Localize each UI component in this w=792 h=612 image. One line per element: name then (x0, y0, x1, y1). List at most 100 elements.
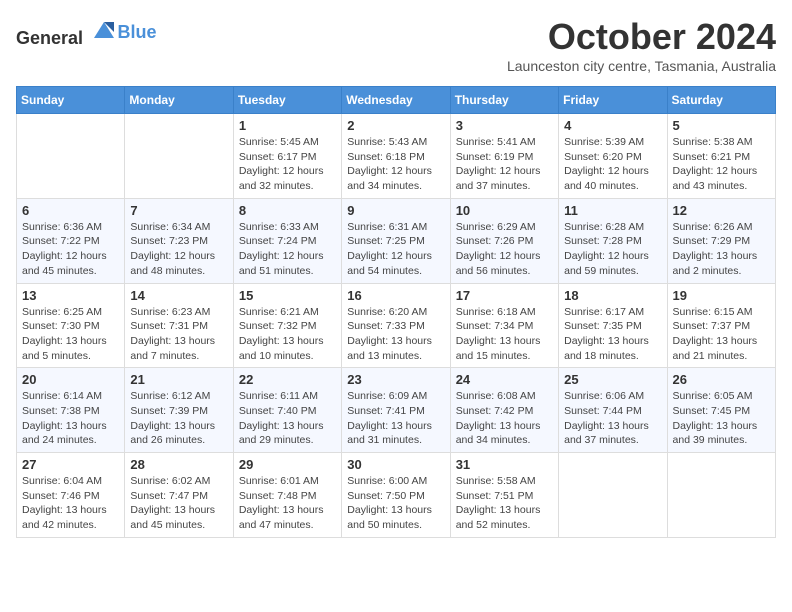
calendar-cell: 11 Sunrise: 6:28 AMSunset: 7:28 PMDayligh… (559, 198, 667, 283)
day-number: 13 (22, 288, 119, 303)
weekday-header: Tuesday (233, 87, 341, 114)
calendar-cell: 23Sunrise: 6:09 AMSunset: 7:41 PMDayligh… (342, 368, 450, 453)
day-number: 2 (347, 118, 444, 133)
weekday-header: Wednesday (342, 87, 450, 114)
calendar-cell: 22Sunrise: 6:11 AMSunset: 7:40 PMDayligh… (233, 368, 341, 453)
day-info: Sunrise: 6:08 AMSunset: 7:42 PMDaylight:… (456, 389, 553, 448)
calendar-cell: 19Sunrise: 6:15 AMSunset: 7:37 PMDayligh… (667, 283, 775, 368)
calendar-cell (125, 114, 233, 199)
day-info: Sunrise: 6:18 AMSunset: 7:34 PMDaylight:… (456, 305, 553, 364)
calendar-cell: 16 Sunrise: 6:20 AMSunset: 7:33 PMDayligh… (342, 283, 450, 368)
calendar-cell: 10Sunrise: 6:29 AMSunset: 7:26 PMDayligh… (450, 198, 558, 283)
day-number: 20 (22, 372, 119, 387)
calendar-cell (559, 453, 667, 538)
calendar-cell: 15Sunrise: 6:21 AMSunset: 7:32 PMDayligh… (233, 283, 341, 368)
logo: General Blue (16, 16, 157, 49)
day-info: Sunrise: 6:20 AMSunset: 7:33 PMDaylight:… (347, 305, 444, 364)
calendar-cell: 3 Sunrise: 5:41 AMSunset: 6:19 PMDaylight… (450, 114, 558, 199)
calendar-week-row: 13Sunrise: 6:25 AMSunset: 7:30 PMDayligh… (17, 283, 776, 368)
day-info: Sunrise: 5:38 AMSunset: 6:21 PMDaylight:… (673, 135, 770, 194)
logo-general: General (16, 28, 83, 48)
calendar-cell (667, 453, 775, 538)
day-info: Sunrise: 5:43 AMSunset: 6:18 PMDaylight:… (347, 135, 444, 194)
day-info: Sunrise: 6:04 AMSunset: 7:46 PMDaylight:… (22, 474, 119, 533)
day-number: 10 (456, 203, 553, 218)
day-info: Sunrise: 6:31 AMSunset: 7:25 PMDaylight:… (347, 220, 444, 279)
calendar-cell: 12 Sunrise: 6:26 AMSunset: 7:29 PMDayligh… (667, 198, 775, 283)
day-number: 3 (456, 118, 553, 133)
day-number: 4 (564, 118, 661, 133)
day-info: Sunrise: 6:21 AMSunset: 7:32 PMDaylight:… (239, 305, 336, 364)
calendar-cell: 31 Sunrise: 5:58 AMSunset: 7:51 PMDayligh… (450, 453, 558, 538)
calendar-cell: 1 Sunrise: 5:45 AMSunset: 6:17 PMDaylight… (233, 114, 341, 199)
day-number: 21 (130, 372, 227, 387)
day-number: 11 (564, 203, 661, 218)
day-number: 16 (347, 288, 444, 303)
calendar-cell: 9 Sunrise: 6:31 AMSunset: 7:25 PMDaylight… (342, 198, 450, 283)
day-number: 9 (347, 203, 444, 218)
day-number: 7 (130, 203, 227, 218)
day-number: 25 (564, 372, 661, 387)
day-info: Sunrise: 6:00 AMSunset: 7:50 PMDaylight:… (347, 474, 444, 533)
location-subtitle: Launceston city centre, Tasmania, Austra… (507, 58, 776, 74)
day-info: Sunrise: 5:41 AMSunset: 6:19 PMDaylight:… (456, 135, 553, 194)
calendar-table: SundayMondayTuesdayWednesdayThursdayFrid… (16, 86, 776, 538)
day-number: 8 (239, 203, 336, 218)
calendar-header-row: SundayMondayTuesdayWednesdayThursdayFrid… (17, 87, 776, 114)
calendar-cell: 7 Sunrise: 6:34 AMSunset: 7:23 PMDaylight… (125, 198, 233, 283)
day-number: 27 (22, 457, 119, 472)
day-info: Sunrise: 6:33 AMSunset: 7:24 PMDaylight:… (239, 220, 336, 279)
calendar-cell: 28 Sunrise: 6:02 AMSunset: 7:47 PMDayligh… (125, 453, 233, 538)
calendar-cell: 26 Sunrise: 6:05 AMSunset: 7:45 PMDayligh… (667, 368, 775, 453)
calendar-cell: 6 Sunrise: 6:36 AMSunset: 7:22 PMDaylight… (17, 198, 125, 283)
calendar-cell: 17Sunrise: 6:18 AMSunset: 7:34 PMDayligh… (450, 283, 558, 368)
day-info: Sunrise: 6:28 AMSunset: 7:28 PMDaylight:… (564, 220, 661, 279)
weekday-header: Monday (125, 87, 233, 114)
day-number: 19 (673, 288, 770, 303)
day-info: Sunrise: 6:05 AMSunset: 7:45 PMDaylight:… (673, 389, 770, 448)
calendar-cell: 25 Sunrise: 6:06 AMSunset: 7:44 PMDayligh… (559, 368, 667, 453)
day-info: Sunrise: 5:58 AMSunset: 7:51 PMDaylight:… (456, 474, 553, 533)
day-info: Sunrise: 5:45 AMSunset: 6:17 PMDaylight:… (239, 135, 336, 194)
day-number: 1 (239, 118, 336, 133)
calendar-cell: 30 Sunrise: 6:00 AMSunset: 7:50 PMDayligh… (342, 453, 450, 538)
day-info: Sunrise: 6:12 AMSunset: 7:39 PMDaylight:… (130, 389, 227, 448)
day-number: 29 (239, 457, 336, 472)
calendar-cell: 5 Sunrise: 5:38 AMSunset: 6:21 PMDaylight… (667, 114, 775, 199)
calendar-week-row: 27 Sunrise: 6:04 AMSunset: 7:46 PMDayligh… (17, 453, 776, 538)
day-number: 30 (347, 457, 444, 472)
weekday-header: Thursday (450, 87, 558, 114)
calendar-cell: 13Sunrise: 6:25 AMSunset: 7:30 PMDayligh… (17, 283, 125, 368)
calendar-cell: 20 Sunrise: 6:14 AMSunset: 7:38 PMDayligh… (17, 368, 125, 453)
day-info: Sunrise: 6:26 AMSunset: 7:29 PMDaylight:… (673, 220, 770, 279)
calendar-cell: 21 Sunrise: 6:12 AMSunset: 7:39 PMDayligh… (125, 368, 233, 453)
calendar-cell (17, 114, 125, 199)
day-number: 26 (673, 372, 770, 387)
calendar-week-row: 1 Sunrise: 5:45 AMSunset: 6:17 PMDaylight… (17, 114, 776, 199)
page-header: General Blue October 2024 Launceston cit… (16, 16, 776, 74)
day-number: 28 (130, 457, 227, 472)
day-number: 14 (130, 288, 227, 303)
calendar-cell: 8 Sunrise: 6:33 AMSunset: 7:24 PMDaylight… (233, 198, 341, 283)
day-number: 23 (347, 372, 444, 387)
day-number: 31 (456, 457, 553, 472)
day-info: Sunrise: 5:39 AMSunset: 6:20 PMDaylight:… (564, 135, 661, 194)
day-number: 12 (673, 203, 770, 218)
day-info: Sunrise: 6:01 AMSunset: 7:48 PMDaylight:… (239, 474, 336, 533)
day-info: Sunrise: 6:02 AMSunset: 7:47 PMDaylight:… (130, 474, 227, 533)
day-info: Sunrise: 6:36 AMSunset: 7:22 PMDaylight:… (22, 220, 119, 279)
day-info: Sunrise: 6:14 AMSunset: 7:38 PMDaylight:… (22, 389, 119, 448)
day-number: 5 (673, 118, 770, 133)
day-number: 6 (22, 203, 119, 218)
month-title: October 2024 (507, 16, 776, 58)
day-info: Sunrise: 6:34 AMSunset: 7:23 PMDaylight:… (130, 220, 227, 279)
logo-icon (90, 16, 118, 44)
calendar-cell: 29 Sunrise: 6:01 AMSunset: 7:48 PMDayligh… (233, 453, 341, 538)
calendar-cell: 2 Sunrise: 5:43 AMSunset: 6:18 PMDaylight… (342, 114, 450, 199)
calendar-cell: 18Sunrise: 6:17 AMSunset: 7:35 PMDayligh… (559, 283, 667, 368)
day-info: Sunrise: 6:11 AMSunset: 7:40 PMDaylight:… (239, 389, 336, 448)
day-number: 18 (564, 288, 661, 303)
day-info: Sunrise: 6:23 AMSunset: 7:31 PMDaylight:… (130, 305, 227, 364)
day-info: Sunrise: 6:06 AMSunset: 7:44 PMDaylight:… (564, 389, 661, 448)
calendar-cell: 27 Sunrise: 6:04 AMSunset: 7:46 PMDayligh… (17, 453, 125, 538)
